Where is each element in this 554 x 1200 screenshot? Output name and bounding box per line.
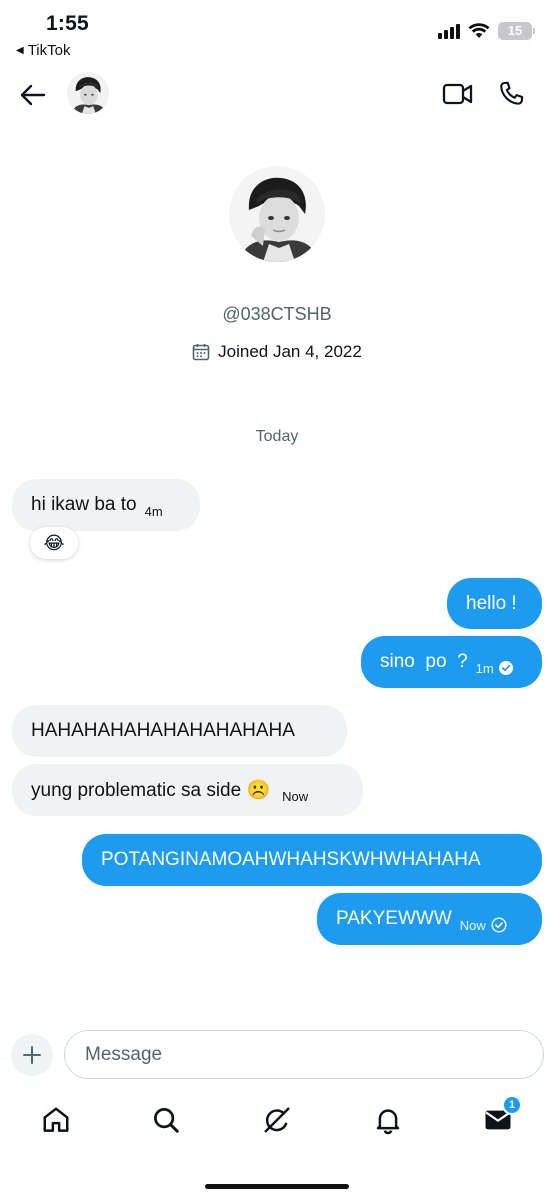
message-bubble-received[interactable]: hi ikaw ba to 4m	[12, 479, 200, 531]
back-to-app-link[interactable]: ◀ TikTok	[16, 42, 70, 59]
read-check-icon	[498, 661, 513, 675]
plus-icon	[23, 1046, 41, 1064]
battery-indicator: 15	[498, 22, 535, 40]
joined-row: Joined Jan 4, 2022	[0, 342, 554, 362]
message-text: yung problematic sa side ☹️	[31, 780, 271, 801]
message-bubble-sent[interactable]: hello !	[447, 578, 542, 629]
message-bubble-received[interactable]: yung problematic sa side ☹️ Now	[12, 764, 363, 816]
message-time: Now	[459, 917, 486, 933]
message-bubble-sent[interactable]: POTANGINAMOAHWHAHSKWHWHAHAHA	[82, 834, 542, 886]
message-time: 1m	[475, 660, 494, 676]
phone-icon	[500, 81, 524, 105]
message-time: 4m	[144, 503, 163, 519]
message-bubble-received[interactable]: HAHAHAHAHAHAHAHAHAHA	[12, 705, 347, 757]
profile-avatar-image	[229, 166, 325, 262]
nav-notifications[interactable]	[368, 1098, 408, 1142]
message-text: POTANGINAMOAHWHAHSKWHWHAHAHA	[101, 849, 481, 870]
bell-icon	[376, 1109, 400, 1135]
back-button[interactable]	[18, 80, 48, 110]
message-text: hello !	[466, 592, 517, 614]
message-meta: 1m	[476, 661, 513, 676]
status-time: 1:55	[46, 12, 89, 35]
status-icons: 15	[438, 22, 535, 40]
grok-icon	[264, 1107, 290, 1133]
joined-date: Joined Jan 4, 2022	[218, 342, 362, 361]
day-separator: Today	[255, 428, 299, 445]
back-triangle-icon: ◀	[16, 45, 24, 56]
nav-search[interactable]	[146, 1098, 186, 1142]
avatar-image	[67, 72, 109, 114]
home-indicator	[205, 1184, 349, 1189]
message-bubble-sent[interactable]: sino po ? 1m	[361, 636, 542, 688]
back-app-label: TikTok	[27, 42, 71, 59]
reaction-chip[interactable]: 😂	[30, 527, 78, 559]
profile-avatar[interactable]	[229, 166, 325, 262]
header-avatar[interactable]	[67, 72, 109, 114]
audio-call-button[interactable]	[496, 79, 526, 109]
add-attachment-button[interactable]	[11, 1034, 53, 1076]
message-text: PAKYEWWW	[336, 908, 452, 929]
message-input[interactable]	[64, 1030, 544, 1079]
message-time: Now	[282, 788, 309, 804]
nav-grok[interactable]	[257, 1098, 297, 1142]
nav-home[interactable]	[36, 1098, 76, 1142]
calendar-icon	[192, 344, 210, 361]
profile-handle: @038CTSHB	[222, 304, 332, 324]
nav-messages[interactable]: 1	[478, 1095, 522, 1142]
message-bubble-sent[interactable]: PAKYEWWW Now	[317, 893, 542, 945]
message-text: sino po ?	[380, 651, 468, 672]
messages-badge: 1	[502, 1095, 522, 1115]
cellular-signal-icon	[438, 23, 460, 39]
bottom-nav: 1	[0, 1095, 554, 1148]
message-text: HAHAHAHAHAHAHAHAHAHA	[31, 720, 295, 741]
wifi-icon	[468, 23, 490, 38]
video-camera-icon	[442, 83, 473, 105]
home-icon	[43, 1107, 69, 1132]
search-icon	[154, 1108, 179, 1133]
message-text: hi ikaw ba to	[31, 494, 137, 515]
message-meta: Now	[460, 917, 507, 933]
video-call-button[interactable]	[442, 80, 474, 108]
sent-check-icon	[491, 917, 507, 933]
arrow-left-icon	[20, 84, 46, 106]
